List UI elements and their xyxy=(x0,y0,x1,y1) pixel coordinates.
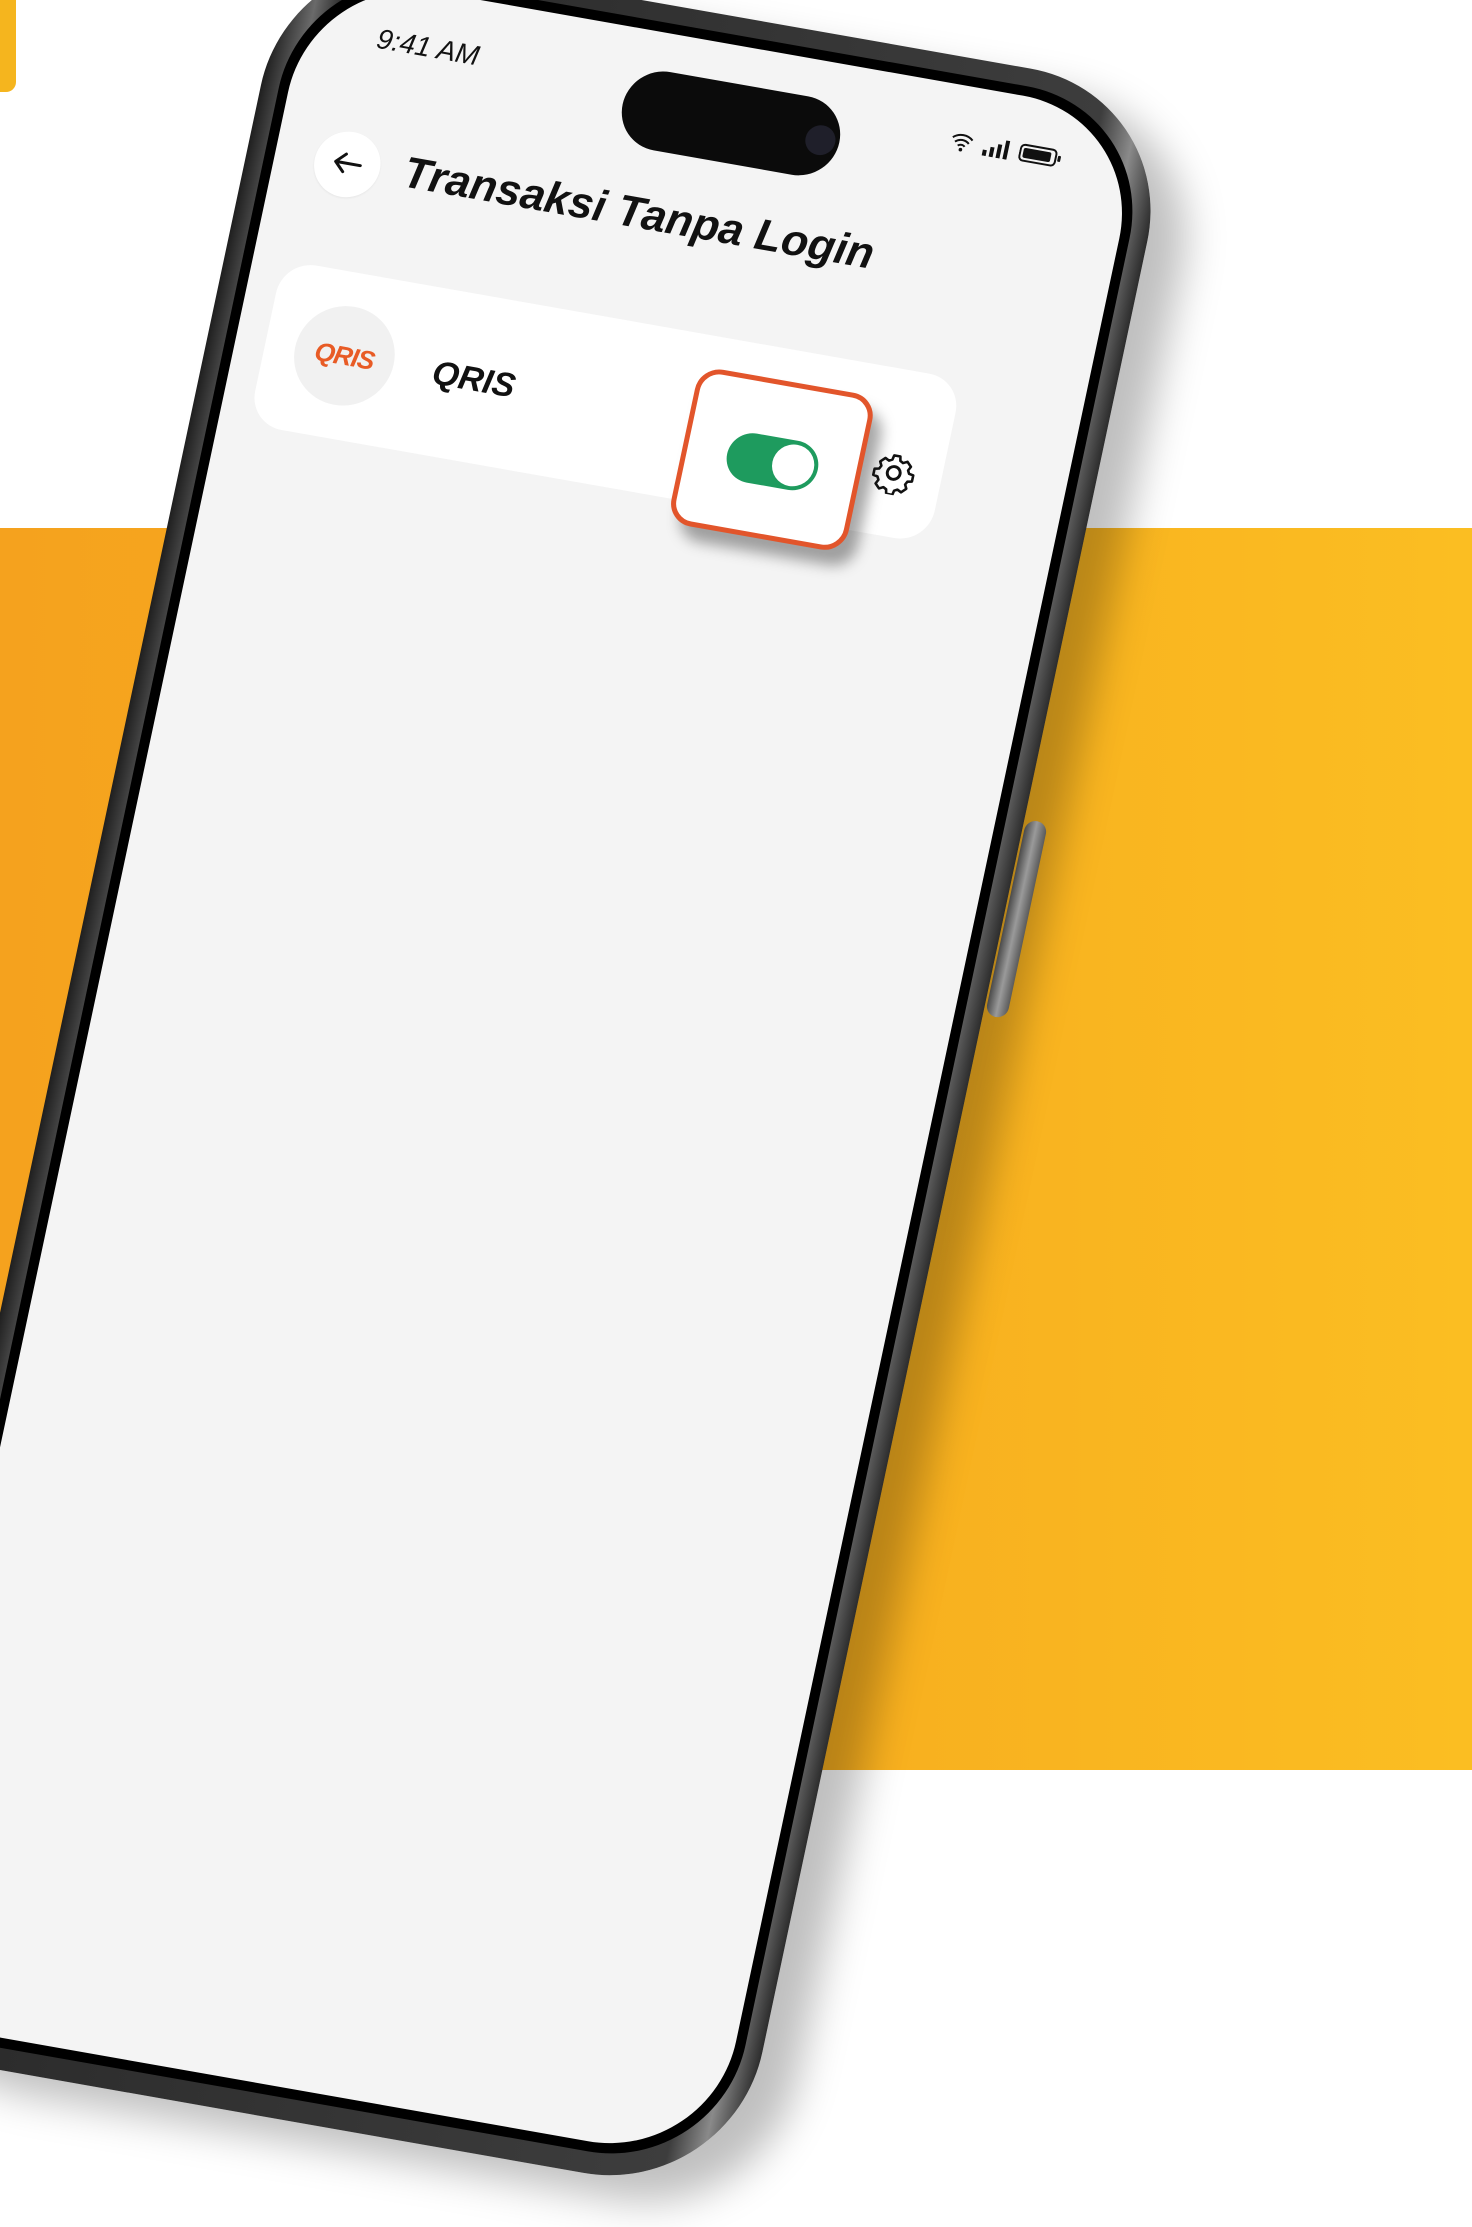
corner-accent xyxy=(0,0,16,92)
toggle-highlight xyxy=(666,365,878,554)
status-time: 9:41 AM xyxy=(373,22,483,72)
qris-logo: QRIS xyxy=(284,298,405,414)
dynamic-island xyxy=(614,65,848,182)
qris-toggle[interactable] xyxy=(721,429,823,495)
list-item-qris: QRIS QRIS xyxy=(248,259,963,554)
signal-icon xyxy=(979,132,1022,168)
back-button[interactable] xyxy=(307,126,387,203)
toggle-knob xyxy=(768,441,819,490)
status-icons xyxy=(946,126,1065,176)
battery-icon xyxy=(1016,138,1066,175)
item-label: QRIS xyxy=(428,353,519,406)
front-camera xyxy=(802,122,839,158)
qris-logo-text: QRIS xyxy=(312,335,377,376)
phone-screen: 9:41 AM Transaksi Tanpa Login QRIS QRIS xyxy=(0,0,1157,2175)
gear-icon[interactable] xyxy=(867,448,919,499)
arrow-left-icon xyxy=(328,143,366,186)
app-screen: 9:41 AM Transaksi Tanpa Login QRIS QRIS xyxy=(0,0,1146,2163)
